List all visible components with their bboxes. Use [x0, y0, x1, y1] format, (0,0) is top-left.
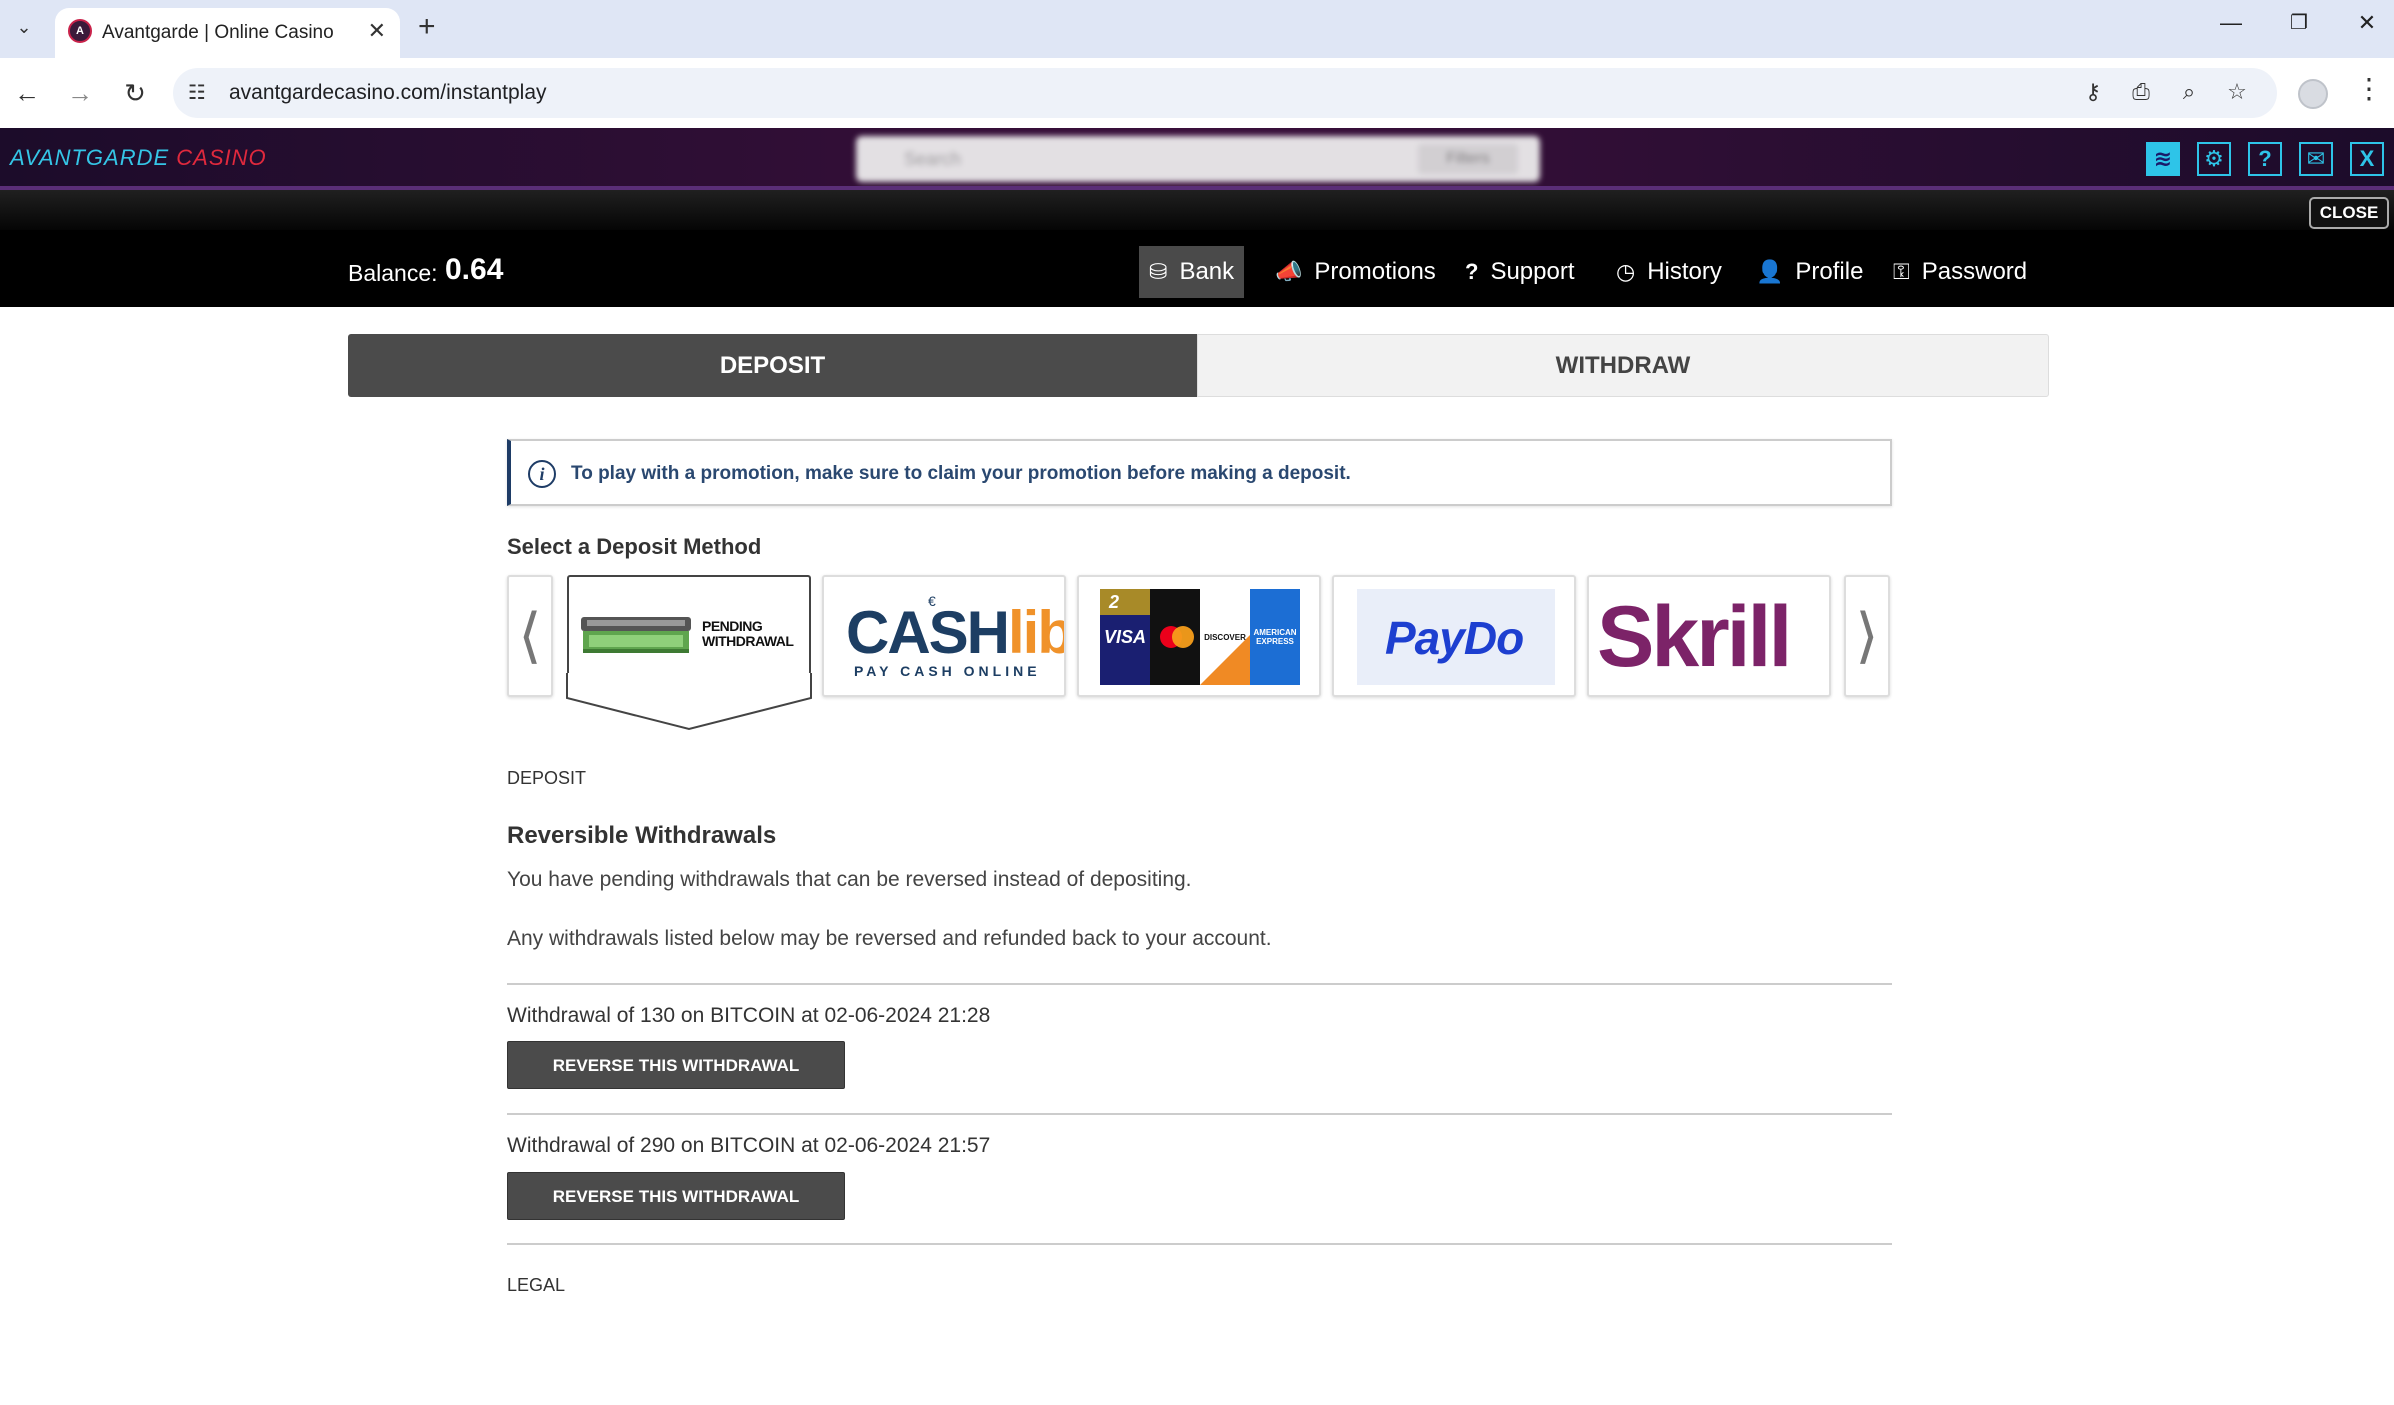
- exit-icon[interactable]: X: [2350, 142, 2384, 176]
- balance-value: 0.64: [445, 253, 504, 286]
- promotion-info-box: i To play with a promotion, make sure to…: [507, 439, 1892, 506]
- restore-icon[interactable]: ❐: [2284, 10, 2314, 35]
- search-input[interactable]: Search Filters: [856, 136, 1540, 182]
- browser-tabstrip: ⌄ A Avantgarde | Online Casino ✕ + — ❐ ✕: [0, 0, 2394, 58]
- visa-logo: 2 VISA: [1100, 589, 1150, 685]
- key-icon: ⚿: [1893, 259, 1910, 284]
- deposit-method-label: Select a Deposit Method: [507, 534, 762, 559]
- discover-logo: DISCOVER: [1200, 589, 1250, 685]
- install-icon[interactable]: ⎙: [2125, 79, 2157, 105]
- skrill-logo: Skrill: [1597, 589, 1792, 685]
- user-icon: 👤: [1756, 259, 1784, 284]
- card-logos: 2 VISA DISCOVER AMERICAN EXPRESS: [1100, 589, 1300, 685]
- pending-withdrawal-label: PENDING WITHDRAWAL: [702, 618, 794, 649]
- account-nav: Balance: 0.64 ⛁ Bank 📣 Promotions ? Supp…: [0, 230, 2394, 307]
- carousel-next-button[interactable]: ⟩: [1844, 575, 1890, 697]
- star-icon[interactable]: ☆: [2221, 79, 2253, 105]
- casino-logo[interactable]: AVANTGARDE CASINO: [10, 145, 267, 171]
- selected-method-pointer: [566, 673, 812, 731]
- key-icon[interactable]: ⚷: [2077, 79, 2109, 105]
- reversible-withdrawals-title: Reversible Withdrawals: [507, 822, 777, 849]
- tab-title: Avantgarde | Online Casino: [102, 22, 334, 43]
- site-info-icon[interactable]: ☷: [188, 80, 206, 105]
- paydo-logo: PayDo: [1385, 612, 1524, 664]
- history-icon: ◷: [1616, 259, 1636, 284]
- coins-icon[interactable]: ≋: [2146, 142, 2180, 176]
- casino-header: AVANTGARDE CASINO Search Filters ≋ ⚙ ? ✉…: [0, 128, 2394, 190]
- profile-icon[interactable]: [2298, 79, 2328, 109]
- divider: [507, 1113, 1892, 1115]
- method-cashlib[interactable]: € CASHlib PAY CASH ONLINE: [822, 575, 1066, 697]
- tab-deposit[interactable]: DEPOSIT: [348, 334, 1197, 397]
- legal-heading: LEGAL: [507, 1275, 566, 1295]
- amex-logo: AMERICAN EXPRESS: [1250, 589, 1300, 685]
- withdrawal-item-text: Withdrawal of 290 on BITCOIN at 02-06-20…: [507, 1134, 991, 1157]
- method-pending-withdrawal[interactable]: PENDING WITHDRAWAL: [567, 575, 811, 675]
- method-paydo[interactable]: PayDo: [1332, 575, 1576, 697]
- address-bar[interactable]: ☷ avantgardecasino.com/instantplay ⚷ ⎙ ⌕…: [173, 68, 2277, 118]
- search-placeholder: Search: [904, 149, 962, 169]
- browser-tab[interactable]: A Avantgarde | Online Casino ✕: [55, 8, 400, 58]
- mastercard-icon: [1150, 589, 1200, 685]
- back-icon[interactable]: ←: [7, 74, 47, 112]
- divider: [507, 983, 1892, 985]
- filter-button[interactable]: Filters: [1418, 144, 1518, 174]
- close-icon[interactable]: ✕: [368, 18, 386, 44]
- method-credit-cards[interactable]: 2 VISA DISCOVER AMERICAN EXPRESS: [1077, 575, 1321, 697]
- info-icon: i: [528, 460, 556, 488]
- browser-toolbar: ← → ↻ ☷ avantgardecasino.com/instantplay…: [0, 58, 2394, 128]
- withdrawal-item-text: Withdrawal of 130 on BITCOIN at 02-06-20…: [507, 1004, 991, 1027]
- reverse-withdrawal-button[interactable]: REVERSE THIS WITHDRAWAL: [507, 1041, 845, 1089]
- close-button[interactable]: CLOSE: [2309, 197, 2389, 229]
- nav-profile[interactable]: 👤 Profile: [1746, 246, 1873, 298]
- close-strip: [0, 190, 2394, 230]
- plus-icon[interactable]: +: [418, 10, 436, 44]
- tab-search-icon[interactable]: ⌄: [8, 11, 40, 43]
- menu-icon[interactable]: ⋮: [2354, 72, 2384, 105]
- info-text: To play with a promotion, make sure to c…: [571, 463, 1351, 484]
- nav-history[interactable]: ◷ History: [1606, 246, 1732, 298]
- megaphone-icon: 📣: [1275, 259, 1303, 284]
- description-paragraph-2: Any withdrawals listed below may be reve…: [507, 927, 1272, 950]
- gear-icon[interactable]: ⚙: [2197, 142, 2231, 176]
- url-text[interactable]: avantgardecasino.com/instantplay: [229, 81, 547, 105]
- chat-icon[interactable]: ✉: [2299, 142, 2333, 176]
- carousel-prev-button[interactable]: ⟨: [507, 575, 553, 697]
- nav-bank[interactable]: ⛁ Bank: [1139, 246, 1245, 298]
- reload-icon[interactable]: ↻: [115, 74, 155, 112]
- minimize-icon[interactable]: —: [2216, 10, 2246, 36]
- window-close-icon[interactable]: ✕: [2352, 10, 2382, 36]
- balance-label: Balance:: [348, 260, 438, 286]
- divider: [507, 1243, 1892, 1245]
- reverse-withdrawal-button[interactable]: REVERSE THIS WITHDRAWAL: [507, 1172, 845, 1220]
- help-icon[interactable]: ?: [2248, 142, 2282, 176]
- cash-register-icon: [581, 617, 691, 653]
- cashlib-logo: CASHlib: [846, 599, 1066, 666]
- favicon: A: [68, 19, 92, 43]
- zoom-icon[interactable]: ⌕: [2173, 79, 2205, 105]
- nav-password[interactable]: ⚿ Password: [1883, 246, 2037, 298]
- section-heading: DEPOSIT: [507, 768, 587, 788]
- method-skrill[interactable]: Skrill: [1587, 575, 1831, 697]
- nav-promotions[interactable]: 📣 Promotions: [1265, 246, 1446, 298]
- forward-icon[interactable]: →: [60, 74, 100, 112]
- question-icon: ?: [1465, 259, 1479, 284]
- bank-icon: ⛁: [1149, 259, 1168, 284]
- tab-withdraw[interactable]: WITHDRAW: [1197, 334, 2049, 397]
- nav-support[interactable]: ? Support: [1455, 246, 1585, 298]
- description-paragraph-1: You have pending withdrawals that can be…: [507, 868, 1192, 891]
